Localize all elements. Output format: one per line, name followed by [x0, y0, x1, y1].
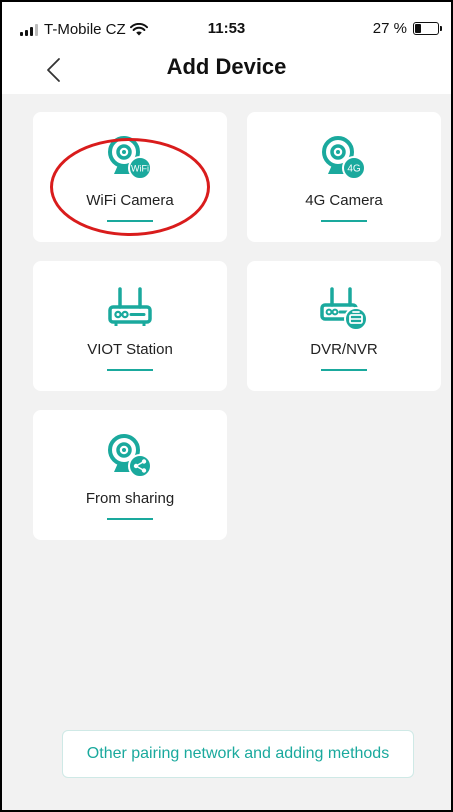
- device-label: 4G Camera: [305, 192, 383, 209]
- wifi-camera-icon: WiFi: [108, 136, 152, 180]
- status-bar: T-Mobile CZ 11:53 27 %: [2, 2, 451, 46]
- accent-underline: [107, 369, 153, 371]
- 4g-badge-text: 4G: [347, 164, 361, 175]
- status-right: 27 %: [372, 20, 442, 37]
- accent-underline: [107, 518, 153, 520]
- page-title: Add Device: [166, 54, 287, 79]
- device-card-from-sharing[interactable]: From sharing: [33, 410, 227, 540]
- other-pairing-methods-button[interactable]: Other pairing network and adding methods: [62, 730, 414, 778]
- 4g-camera-icon: 4G: [322, 136, 366, 180]
- sharing-camera-icon: [108, 434, 152, 478]
- device-label: DVR/NVR: [310, 341, 378, 358]
- device-card-dvr-nvr[interactable]: DVR/NVR: [247, 261, 441, 391]
- battery-percent: 27 %: [372, 20, 407, 37]
- device-card-4g-camera[interactable]: 4G 4G Camera: [247, 112, 441, 242]
- device-label: From sharing: [85, 490, 175, 507]
- accent-underline: [321, 369, 367, 371]
- accent-underline: [107, 220, 153, 222]
- device-card-viot-station[interactable]: VIOT Station: [33, 261, 227, 391]
- device-label: VIOT Station: [87, 341, 173, 358]
- app-screen: T-Mobile CZ 11:53 27 % Add Device WiFi W…: [0, 0, 453, 812]
- device-card-wifi-camera[interactable]: WiFi WiFi Camera: [33, 112, 227, 242]
- station-icon: [108, 287, 152, 326]
- battery-icon: [413, 22, 442, 35]
- dvr-nvr-icon: [320, 287, 368, 331]
- wifi-badge-text: WiFi: [131, 164, 149, 174]
- nav-bar: Add Device: [2, 46, 451, 94]
- device-label: WiFi Camera: [86, 192, 174, 209]
- accent-underline: [321, 220, 367, 222]
